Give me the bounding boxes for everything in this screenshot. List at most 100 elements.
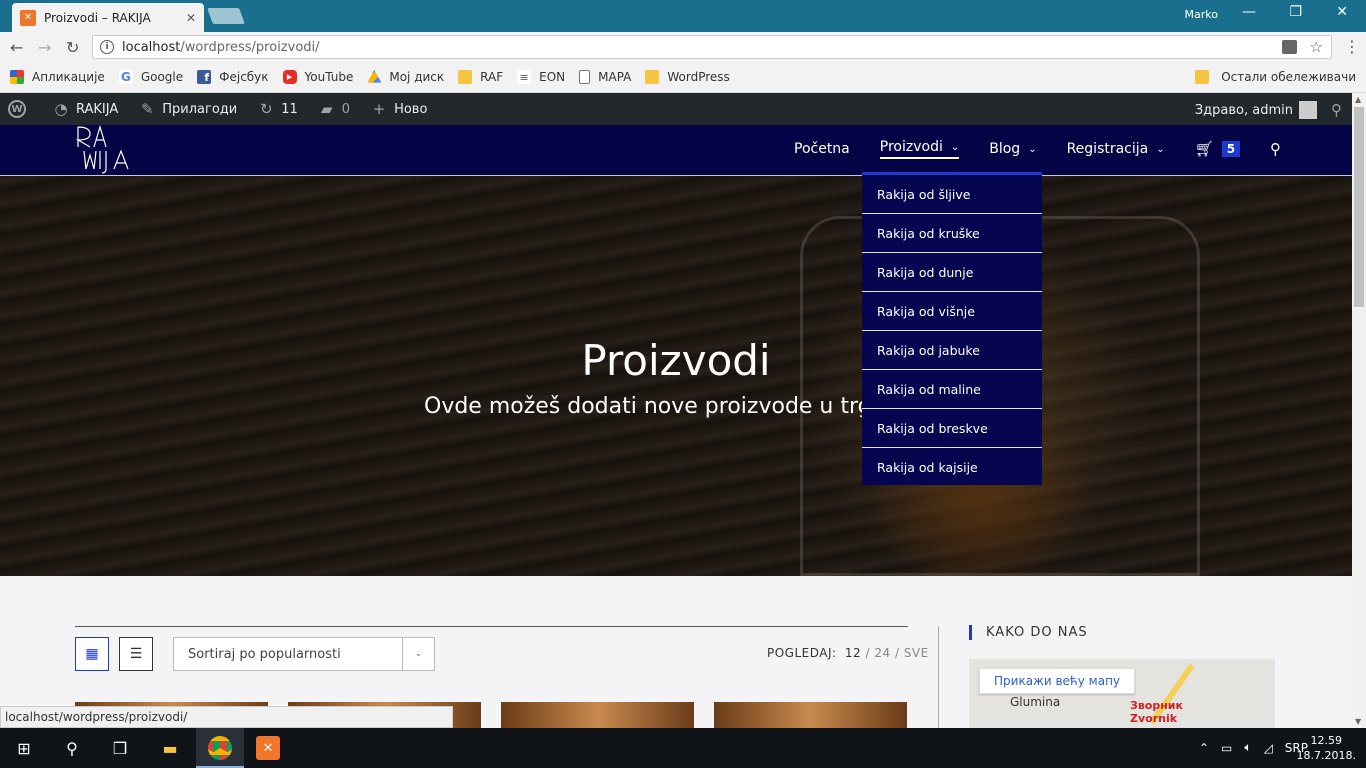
restore-icon[interactable]: ❐ [1289, 4, 1302, 20]
facebook-icon: f [197, 70, 212, 84]
search-icon[interactable]: ⚲ [1270, 140, 1281, 158]
address-url[interactable]: localhost/wordpress/proizvodi/ [122, 40, 320, 55]
wp-comments[interactable]: ▰ 0 [318, 100, 350, 118]
bookmark-star-icon[interactable]: ☆ [1310, 38, 1323, 56]
clock-date: 18.7.2018. [1296, 749, 1356, 762]
taskbar-clock[interactable]: 12.59 18.7.2018. [1297, 733, 1356, 763]
close-window-icon[interactable]: ✕ [1336, 4, 1348, 20]
bookmark-mapa[interactable]: MAPA [579, 70, 631, 84]
browser-toolbar: ← → ↻ i localhost/wordpress/proizvodi/ ☆… [0, 32, 1366, 62]
customize-label: Прилагоди [162, 101, 238, 117]
nav-label: Proizvodi [879, 139, 943, 155]
wp-account[interactable]: Здраво, admin ⚲ [1195, 101, 1342, 119]
page-scrollbar[interactable]: ▲ ▼ [1352, 93, 1366, 728]
volume-icon[interactable]: 🔈︎ [1244, 740, 1251, 755]
reload-icon[interactable]: ↻ [66, 38, 79, 57]
system-tray: ⌃ ▭ 🔈︎ ◿ SRP [1187, 740, 1308, 755]
product-thumbnail[interactable] [714, 702, 907, 728]
windows-start-icon[interactable]: ⊞ [12, 736, 36, 760]
view-all-link[interactable]: SVE [904, 646, 929, 660]
comment-icon: ▰ [321, 100, 333, 118]
site-info-icon[interactable]: i [100, 40, 114, 54]
chrome-menu-icon[interactable]: ⋮ [1344, 37, 1360, 56]
greeting-label: Здраво, admin [1194, 102, 1293, 118]
file-explorer-icon[interactable]: ▬ [158, 736, 182, 760]
nav-label: Početna [794, 141, 850, 157]
bookmark-facebook[interactable]: f Фејсбук [197, 70, 269, 84]
url-host: localhost [122, 39, 181, 55]
bookmark-other[interactable]: Остали обележивачи [1195, 70, 1356, 84]
chrome-icon[interactable] [208, 736, 232, 760]
network-icon[interactable]: ◿ [1264, 741, 1273, 755]
tab-close-icon[interactable]: ✕ [186, 11, 196, 25]
bookmark-label: RAF [480, 70, 504, 84]
dropdown-item-kruske[interactable]: Rakija od kruške [862, 214, 1042, 253]
divider [75, 626, 908, 627]
search-icon[interactable]: ⚲ [1331, 101, 1342, 119]
products-per-page: POGLEDAJ: 12 / 24 / SVE [767, 646, 929, 660]
bookmark-apps[interactable]: Апликације [10, 70, 105, 84]
view-12-link[interactable]: 12 [845, 646, 861, 660]
site-logo[interactable] [76, 125, 132, 175]
wp-site-name[interactable]: ◔ RAKIJA [52, 100, 118, 118]
bookmark-eon[interactable]: ≡ EON [517, 70, 565, 84]
search-icon[interactable]: ⚲ [60, 736, 84, 760]
scroll-down-icon[interactable]: ▼ [1355, 717, 1361, 726]
xampp-icon[interactable]: ✕ [256, 736, 280, 760]
task-view-icon[interactable]: ❒ [108, 736, 132, 760]
browser-tab-active[interactable]: ✕ Proizvodi – RAKIJA ✕ [12, 3, 204, 32]
nav-item-blog[interactable]: Blog ⌄ [989, 141, 1036, 157]
chevron-down-icon: ⌄ [402, 638, 434, 670]
view-24-link[interactable]: 24 [874, 646, 890, 660]
site-header: Početna Proizvodi ⌄ Blog ⌄ Registracija ⌄ 🛒… [0, 125, 1352, 176]
wp-customize[interactable]: ✎ Прилагоди [138, 100, 237, 118]
bookmark-label: Остали обележивачи [1221, 70, 1356, 84]
page-title: Proizvodi [581, 336, 771, 385]
folder-icon [645, 70, 660, 84]
bookmark-raf[interactable]: RAF [458, 70, 503, 84]
bookmark-wordpress[interactable]: WordPress [645, 70, 730, 84]
location-map[interactable]: Прикажи већу мапу Glumina Зворник Zvornik [969, 659, 1275, 728]
nav-label: Blog [989, 141, 1021, 157]
bookmark-drive[interactable]: Мој диск [367, 70, 444, 84]
dropdown-item-visnje[interactable]: Rakija od višnje [862, 292, 1042, 331]
nav-item-proizvodi[interactable]: Proizvodi ⌄ [879, 139, 960, 159]
nav-item-pocetna[interactable]: Početna [794, 141, 850, 157]
wp-new[interactable]: + Ново [370, 100, 428, 118]
dropdown-item-kajsije[interactable]: Rakija od kajsije [862, 448, 1042, 487]
bookmark-label: MAPA [598, 70, 632, 84]
forward-arrow-icon[interactable]: → [38, 38, 51, 57]
nav-item-registracija[interactable]: Registracija ⌄ [1067, 141, 1165, 157]
minimize-icon[interactable]: — [1242, 4, 1256, 20]
battery-icon[interactable]: ▭ [1221, 741, 1232, 755]
scroll-up-icon[interactable]: ▲ [1355, 95, 1361, 104]
wp-logo-menu[interactable]: W [8, 100, 32, 118]
dropdown-item-maline[interactable]: Rakija od maline [862, 370, 1042, 409]
scrollbar-thumb[interactable] [1354, 107, 1364, 307]
comments-count: 0 [341, 101, 351, 117]
dropdown-item-sljive[interactable]: Rakija od šljive [862, 175, 1042, 214]
browser-profile-name[interactable]: Marko [1185, 8, 1218, 21]
folder-icon [1195, 70, 1210, 84]
widget-title: KAKO DO NAS [969, 625, 1088, 640]
dropdown-item-dunje[interactable]: Rakija od dunje [862, 253, 1042, 292]
apps-grid-icon [10, 70, 24, 84]
bookmark-google[interactable]: G Google [118, 70, 183, 84]
chevron-up-icon[interactable]: ⌃ [1199, 741, 1209, 755]
new-tab-button[interactable] [207, 8, 245, 24]
drive-icon [367, 70, 382, 83]
back-arrow-icon[interactable]: ← [10, 38, 23, 57]
view-larger-map-button[interactable]: Прикажи већу мапу [979, 668, 1136, 694]
cart-button[interactable]: 🛒︎ 5 [1195, 140, 1241, 158]
product-thumbnail[interactable] [501, 702, 694, 728]
grid-view-button[interactable]: ▦ [75, 637, 109, 671]
translate-icon[interactable] [1282, 40, 1297, 54]
list-view-button[interactable]: ☰ [119, 637, 153, 671]
dropdown-item-breskve[interactable]: Rakija od breskve [862, 409, 1042, 448]
bookmark-youtube[interactable]: ▶ YouTube [282, 70, 353, 84]
sort-select[interactable]: Sortiraj po popularnosti ⌄ [173, 637, 435, 671]
dropdown-item-jabuke[interactable]: Rakija od jabuke [862, 331, 1042, 370]
address-bar[interactable]: i localhost/wordpress/proizvodi/ ☆ [92, 35, 1332, 59]
bookmark-label: Фејсбук [219, 70, 269, 84]
wp-updates[interactable]: ↻ 11 [257, 100, 298, 118]
